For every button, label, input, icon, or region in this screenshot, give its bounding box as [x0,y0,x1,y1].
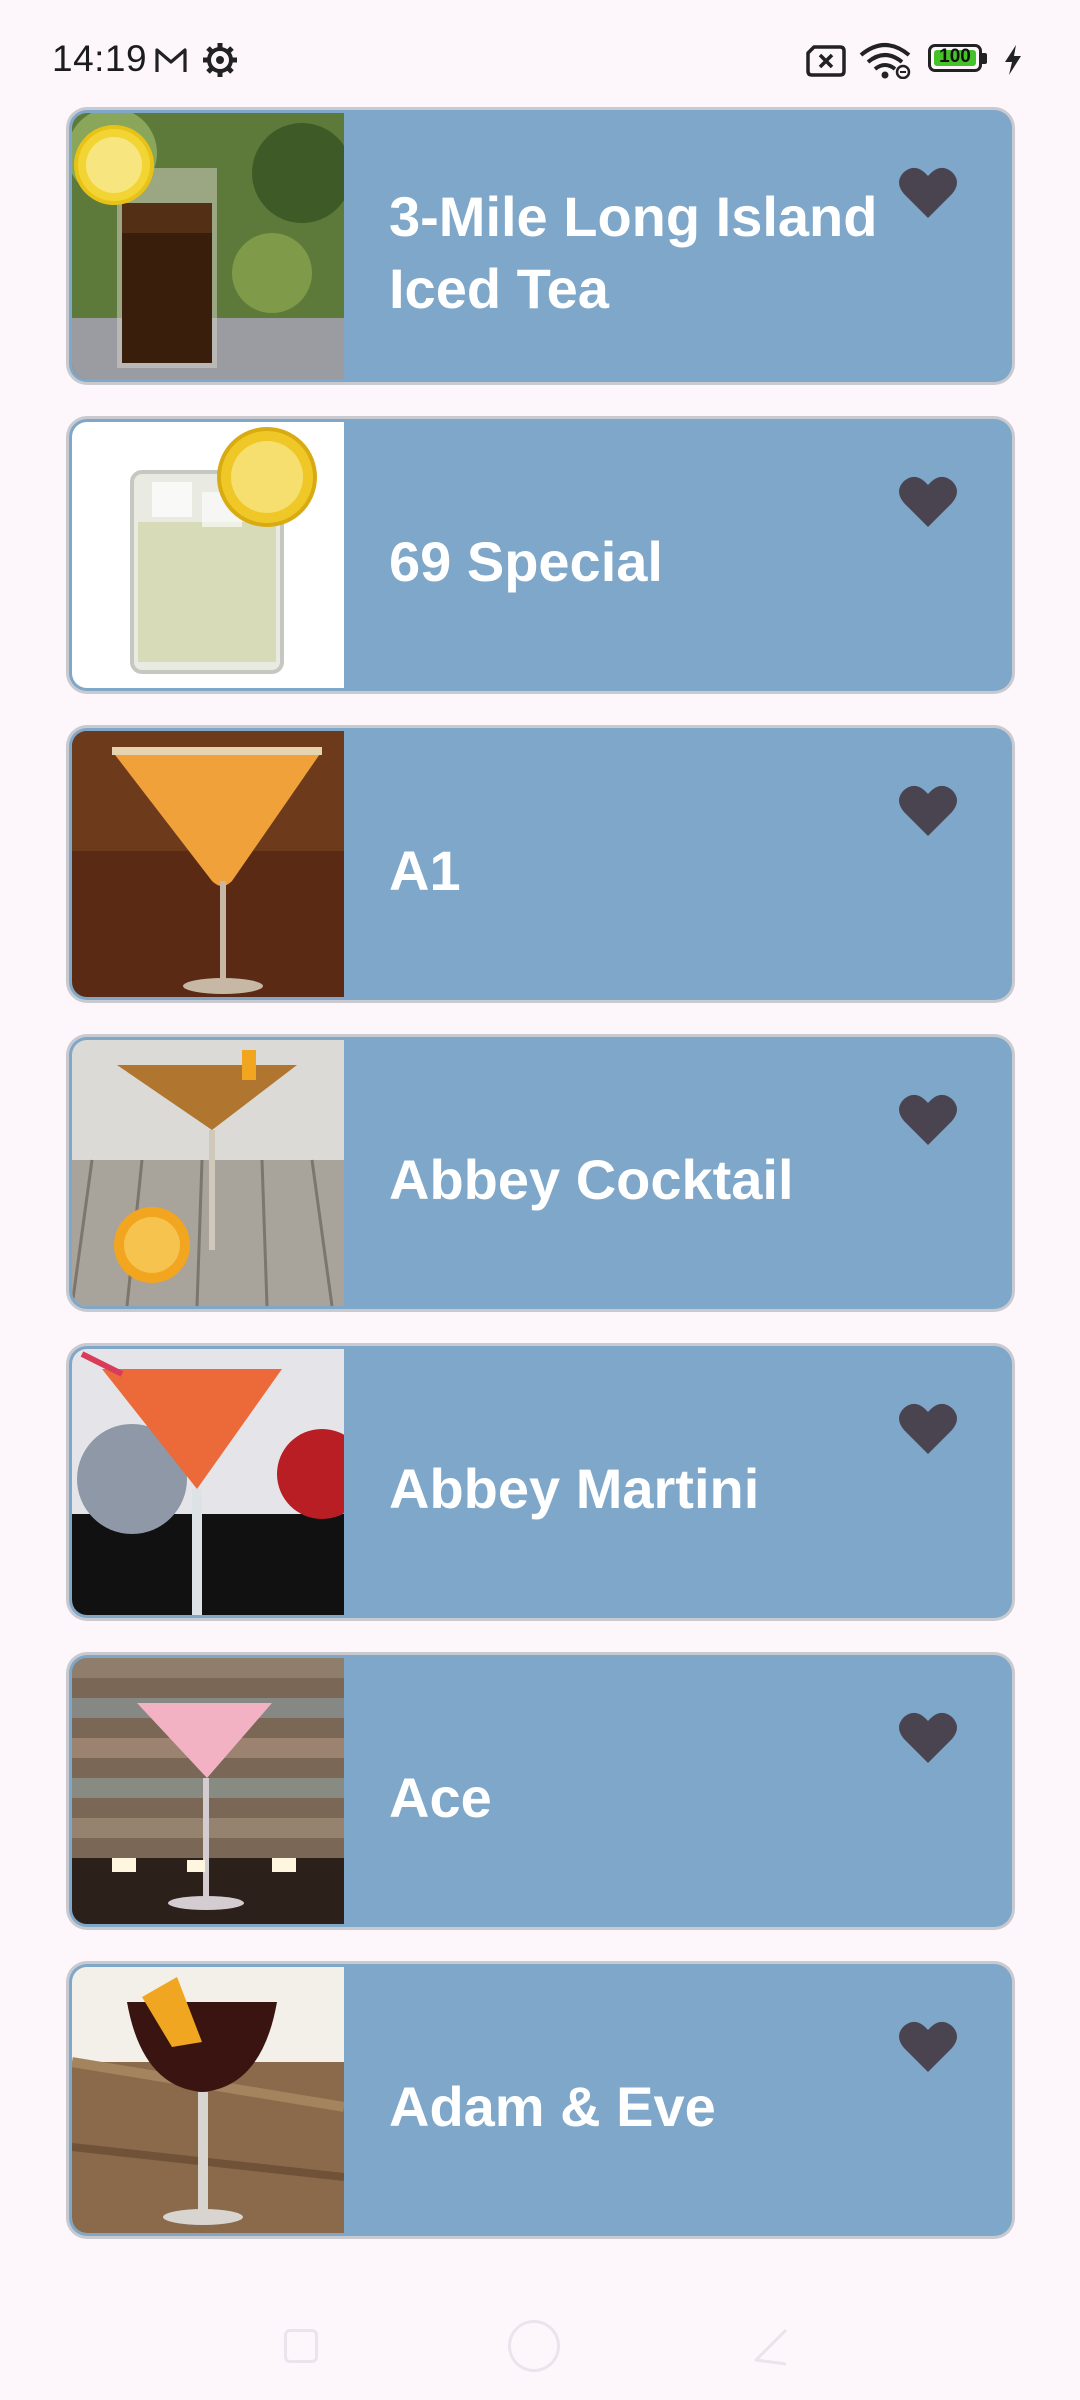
favorite-heart-icon[interactable] [898,1091,958,1147]
cocktail-card[interactable]: Abbey Martini [69,1346,1012,1618]
gear-icon [203,43,237,77]
cocktail-photo [72,1967,344,2233]
status-time: 14:19 [52,38,148,79]
favorite-heart-icon[interactable] [898,2018,958,2074]
cocktail-name: Ace [389,1766,492,1829]
cocktail-name: 3-Mile Long Island Iced Tea [389,185,878,320]
back-icon[interactable] [752,2326,788,2366]
cocktail-list[interactable]: 3-Mile Long Island Iced Tea 69 Special A… [69,110,1012,2273]
cocktail-name: A1 [389,839,461,902]
cocktail-name: Abbey Martini [389,1457,760,1520]
charging-bolt-icon [1005,45,1021,75]
cocktail-name: 69 Special [389,530,663,593]
cocktail-photo [72,731,344,997]
wifi-icon [859,43,911,79]
cocktail-card[interactable]: Abbey Cocktail [69,1037,1012,1309]
cocktail-photo [72,1040,344,1306]
cocktail-photo [72,1658,344,1924]
favorite-heart-icon[interactable] [898,782,958,838]
favorite-heart-icon[interactable] [898,164,958,220]
cocktail-photo [72,422,344,688]
cocktail-card[interactable]: Ace [69,1655,1012,1927]
cocktail-card[interactable]: 3-Mile Long Island Iced Tea [69,110,1012,382]
gmail-icon [155,48,187,72]
favorite-heart-icon[interactable] [898,1709,958,1765]
cocktail-card[interactable]: 69 Special [69,419,1012,691]
cocktail-card[interactable]: Adam & Eve [69,1964,1012,2236]
favorite-heart-icon[interactable] [898,1400,958,1456]
cocktail-card[interactable]: A1 [69,728,1012,1000]
navigation-bar [0,2290,1080,2400]
cocktail-photo [72,113,344,379]
favorite-heart-icon[interactable] [898,473,958,529]
cocktail-name: Abbey Cocktail [389,1148,794,1211]
cocktail-name: Adam & Eve [389,2075,716,2138]
cocktail-photo [72,1349,344,1615]
sim-x-icon [806,45,846,77]
recent-apps-icon[interactable] [284,2329,318,2363]
status-bar: 14:19 100 [0,0,1080,110]
battery-icon: 100 [928,44,990,76]
home-icon[interactable] [508,2320,560,2372]
battery-level: 100 [939,46,971,67]
